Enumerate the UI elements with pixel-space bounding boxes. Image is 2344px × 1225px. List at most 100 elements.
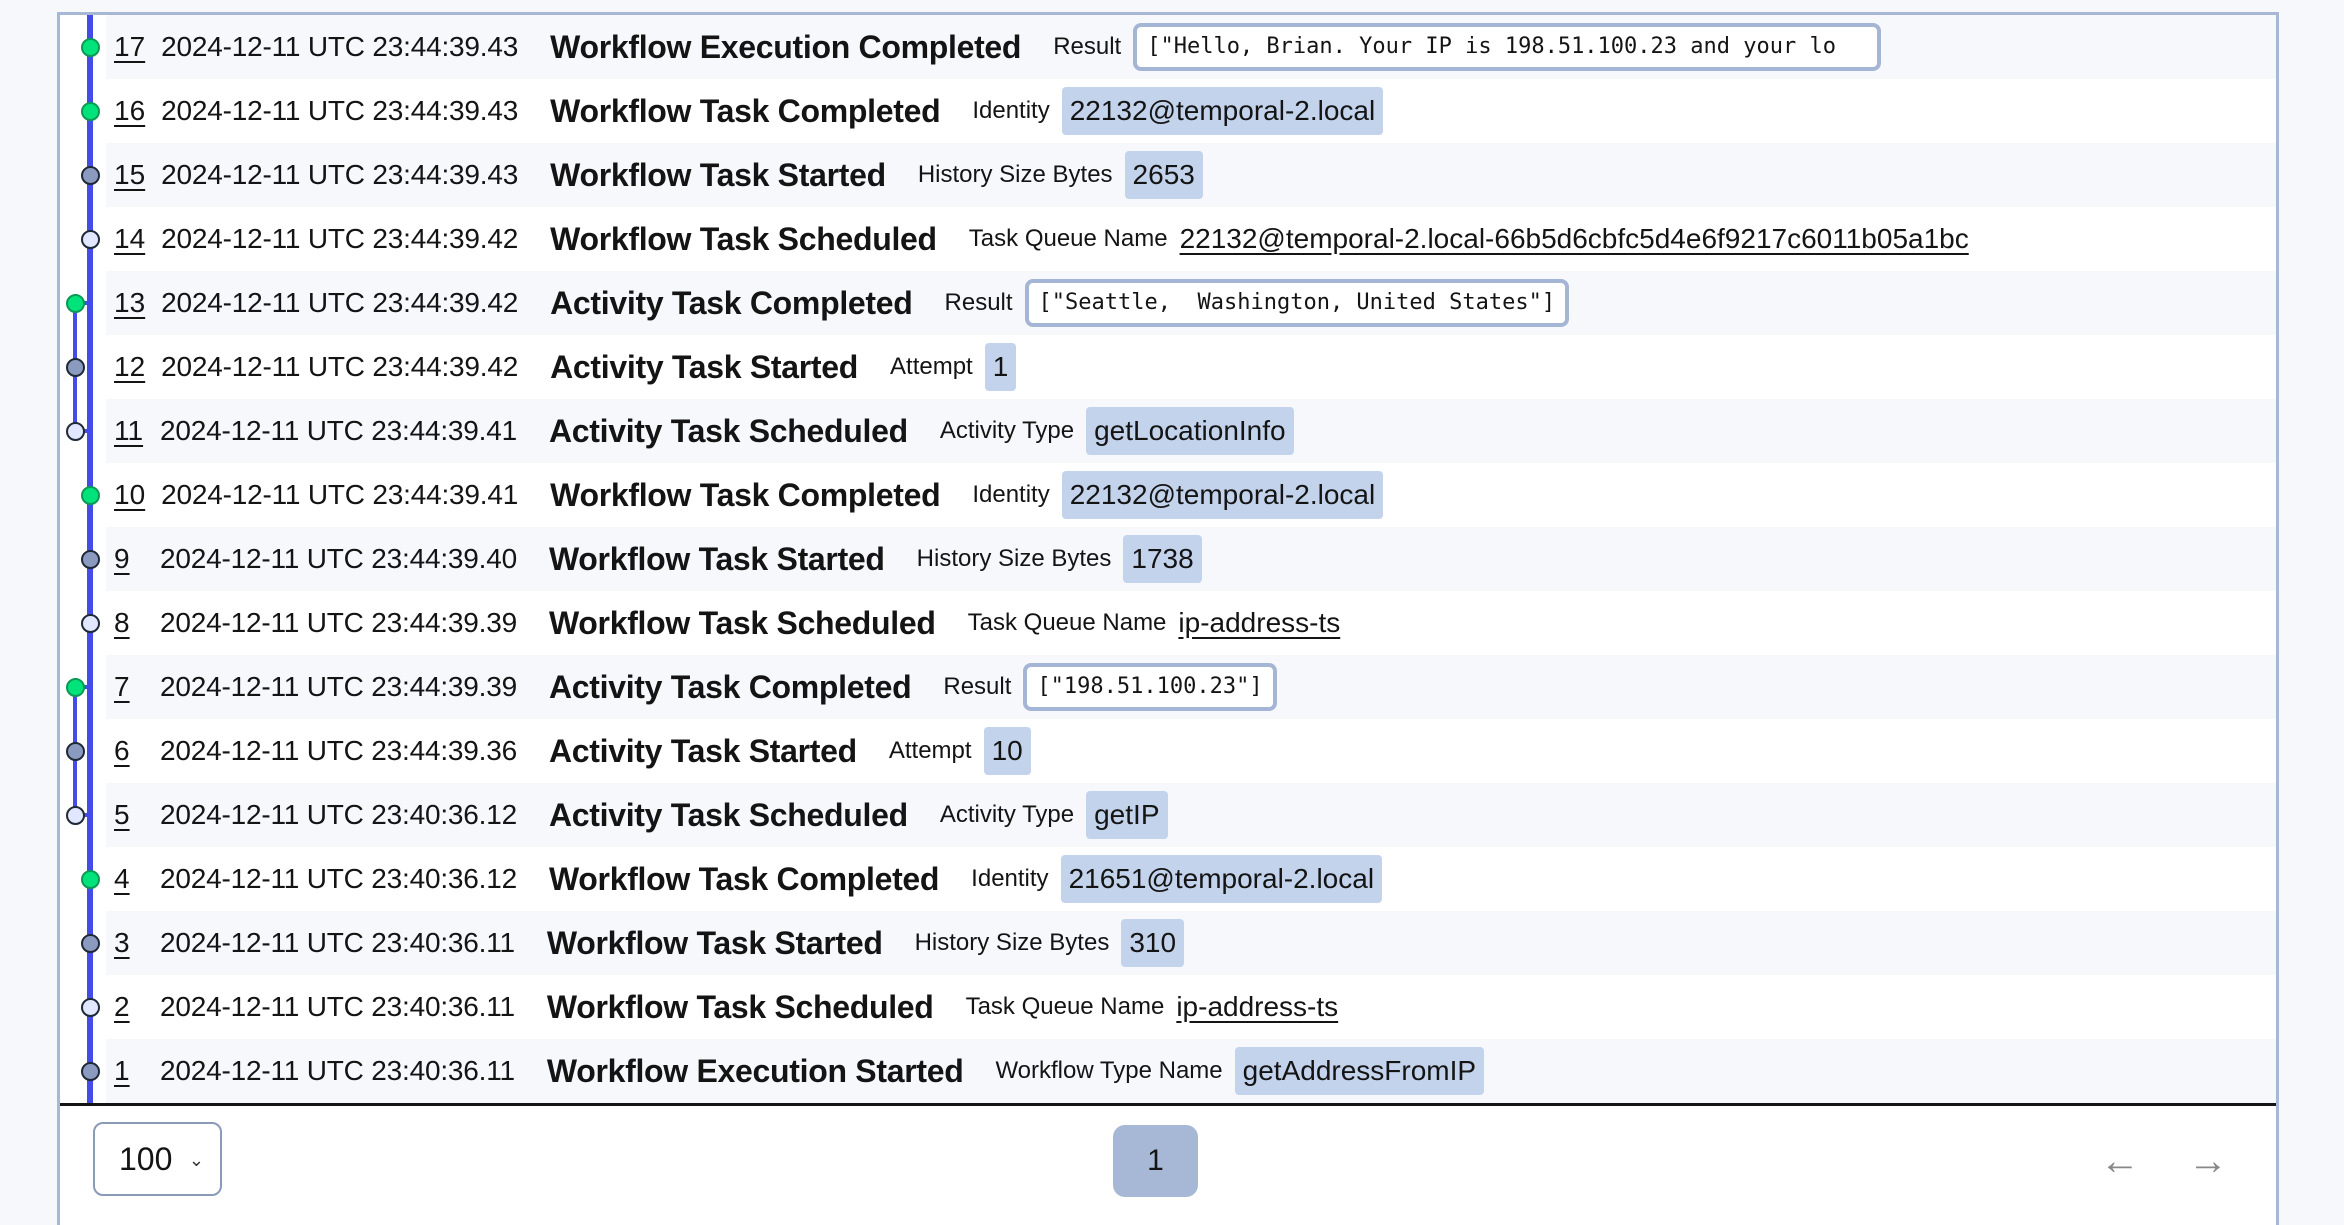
event-result-payload[interactable]: ["Hello, Brian. Your IP is 198.51.100.23… (1133, 23, 1882, 71)
started-event-dot-icon (65, 357, 85, 377)
event-type: Workflow Task Completed (548, 860, 940, 897)
event-id-link[interactable]: 10 (114, 479, 145, 511)
completed-event-dot-icon (65, 677, 85, 697)
completed-event-dot-icon (80, 37, 100, 57)
event-type: Activity Task Scheduled (548, 796, 908, 833)
event-row[interactable]: 16 2024-12-11 UTC 23:44:39.43 Workflow Tas… (106, 79, 2276, 143)
task-queue-link[interactable]: ip-address-ts (1176, 991, 1338, 1023)
event-detail-value: 2653 (1124, 151, 1203, 199)
scheduled-event-dot-icon (65, 805, 85, 825)
event-row[interactable]: 8 2024-12-11 UTC 23:44:39.39 Workflow Task… (106, 591, 2276, 655)
event-type: Workflow Task Started (546, 924, 883, 961)
event-detail-value: 21651@temporal-2.local (1060, 855, 1383, 903)
event-detail-label: Attempt (888, 737, 972, 764)
event-type: Activity Task Completed (550, 284, 913, 321)
task-queue-link[interactable]: ip-address-ts (1178, 607, 1340, 639)
event-detail-label: Result (944, 289, 1013, 316)
event-row[interactable]: 3 2024-12-11 UTC 23:40:36.11 Workflow Task… (106, 911, 2276, 975)
event-detail-value: 22132@temporal-2.local (1061, 87, 1384, 135)
event-row[interactable]: 5 2024-12-11 UTC 23:40:36.12 Activity Task… (106, 783, 2276, 847)
event-timestamp: 2024-12-11 UTC 23:40:36.12 (160, 799, 517, 830)
scheduled-event-dot-icon (80, 613, 100, 633)
event-id-link[interactable]: 2 (114, 991, 144, 1023)
event-id-link[interactable]: 15 (114, 159, 145, 191)
started-event-dot-icon (80, 549, 100, 569)
page-size-select[interactable]: 100 ⌄ (93, 1122, 222, 1196)
event-row[interactable]: 9 2024-12-11 UTC 23:44:39.40 Workflow Task… (106, 527, 2276, 591)
event-timestamp: 2024-12-11 UTC 23:44:39.39 (160, 607, 517, 638)
event-row[interactable]: 11 2024-12-11 UTC 23:44:39.41 Activity Tas… (106, 399, 2276, 463)
event-id-link[interactable]: 8 (114, 607, 144, 639)
event-row[interactable]: 17 2024-12-11 UTC 23:44:39.43 Workflow Exe… (106, 15, 2276, 79)
event-id-link[interactable]: 6 (114, 735, 144, 767)
event-result-payload[interactable]: ["Seattle, Washington, United States"] (1024, 279, 1570, 327)
event-id-link[interactable]: 11 (114, 415, 144, 447)
event-id-link[interactable]: 16 (114, 95, 145, 127)
event-detail-label: History Size Bytes (917, 161, 1113, 188)
event-detail-label: Task Queue Name (967, 609, 1167, 636)
event-type: Workflow Task Completed (550, 92, 941, 129)
event-detail-value: 310 (1121, 919, 1185, 967)
event-detail-label: Identity (971, 865, 1049, 892)
event-row[interactable]: 12 2024-12-11 UTC 23:44:39.42 Activity Tas… (106, 335, 2276, 399)
event-timestamp: 2024-12-11 UTC 23:40:36.11 (160, 1055, 515, 1086)
event-timestamp: 2024-12-11 UTC 23:44:39.41 (161, 479, 519, 510)
event-timestamp: 2024-12-11 UTC 23:44:39.36 (160, 735, 517, 766)
scheduled-event-dot-icon (80, 229, 100, 249)
event-timeline (60, 15, 109, 1103)
event-type: Activity Task Scheduled (548, 412, 908, 449)
event-timestamp: 2024-12-11 UTC 23:44:39.39 (160, 671, 517, 702)
event-id-link[interactable]: 14 (114, 223, 145, 255)
event-result-payload[interactable]: ["198.51.100.23"] (1023, 663, 1277, 711)
event-timestamp: 2024-12-11 UTC 23:44:39.43 (161, 95, 519, 126)
completed-event-dot-icon (80, 869, 100, 889)
event-row[interactable]: 7 2024-12-11 UTC 23:44:39.39 Activity Task… (106, 655, 2276, 719)
event-row[interactable]: 15 2024-12-11 UTC 23:44:39.43 Workflow Tas… (106, 143, 2276, 207)
event-type: Workflow Task Scheduled (548, 604, 936, 641)
event-type: Workflow Task Started (550, 156, 886, 193)
event-detail-value: getLocationInfo (1086, 407, 1294, 455)
scheduled-event-dot-icon (80, 997, 100, 1017)
event-id-link[interactable]: 5 (114, 799, 144, 831)
event-detail-label: Activity Type (939, 801, 1075, 828)
event-id-link[interactable]: 13 (114, 287, 145, 319)
event-type: Activity Task Started (550, 348, 859, 385)
event-detail-label: Workflow Type Name (995, 1057, 1223, 1084)
arrow-left-icon[interactable]: ← (2100, 1137, 2140, 1185)
event-list: 17 2024-12-11 UTC 23:44:39.43 Workflow Exe… (106, 15, 2276, 1103)
started-event-dot-icon (65, 741, 85, 761)
event-type: Activity Task Completed (548, 668, 912, 705)
completed-event-dot-icon (80, 485, 100, 505)
event-row[interactable]: 6 2024-12-11 UTC 23:44:39.36 Activity Task… (106, 719, 2276, 783)
event-row[interactable]: 14 2024-12-11 UTC 23:44:39.42 Workflow Tas… (106, 207, 2276, 271)
event-id-link[interactable]: 12 (114, 351, 145, 383)
completed-event-dot-icon (80, 101, 100, 121)
event-row[interactable]: 1 2024-12-11 UTC 23:40:36.11 Workflow Exec… (106, 1039, 2276, 1103)
event-type: Workflow Task Scheduled (550, 220, 937, 257)
event-id-link[interactable]: 1 (114, 1055, 144, 1087)
event-id-link[interactable]: 3 (114, 927, 144, 959)
event-detail-label: Task Queue Name (965, 993, 1165, 1020)
event-detail-value: 1738 (1123, 535, 1202, 583)
event-type: Activity Task Started (548, 732, 857, 769)
completed-event-dot-icon (65, 293, 85, 313)
event-id-link[interactable]: 9 (114, 543, 144, 575)
event-id-link[interactable]: 7 (114, 671, 144, 703)
event-detail-label: Result (1053, 33, 1122, 60)
event-row[interactable]: 10 2024-12-11 UTC 23:44:39.41 Workflow Tas… (106, 463, 2276, 527)
event-timestamp: 2024-12-11 UTC 23:44:39.40 (160, 543, 517, 574)
event-type: Workflow Task Scheduled (546, 988, 934, 1025)
event-detail-label: Identity (972, 481, 1050, 508)
event-row[interactable]: 13 2024-12-11 UTC 23:44:39.42 Activity Tas… (106, 271, 2276, 335)
event-row[interactable]: 4 2024-12-11 UTC 23:40:36.12 Workflow Task… (106, 847, 2276, 911)
event-detail-value: getAddressFromIP (1234, 1047, 1485, 1095)
event-id-link[interactable]: 4 (114, 863, 144, 895)
event-detail-value: 10 (983, 727, 1031, 775)
page-button-current[interactable]: 1 (1113, 1125, 1198, 1197)
task-queue-link[interactable]: 22132@temporal-2.local-66b5d6cbfc5d4e6f9… (1180, 223, 1969, 255)
arrow-right-icon[interactable]: → (2188, 1137, 2228, 1185)
event-row[interactable]: 2 2024-12-11 UTC 23:40:36.11 Workflow Task… (106, 975, 2276, 1039)
event-detail-label: Identity (972, 97, 1050, 124)
event-id-link[interactable]: 17 (114, 31, 145, 63)
event-detail-value: getIP (1086, 791, 1168, 839)
